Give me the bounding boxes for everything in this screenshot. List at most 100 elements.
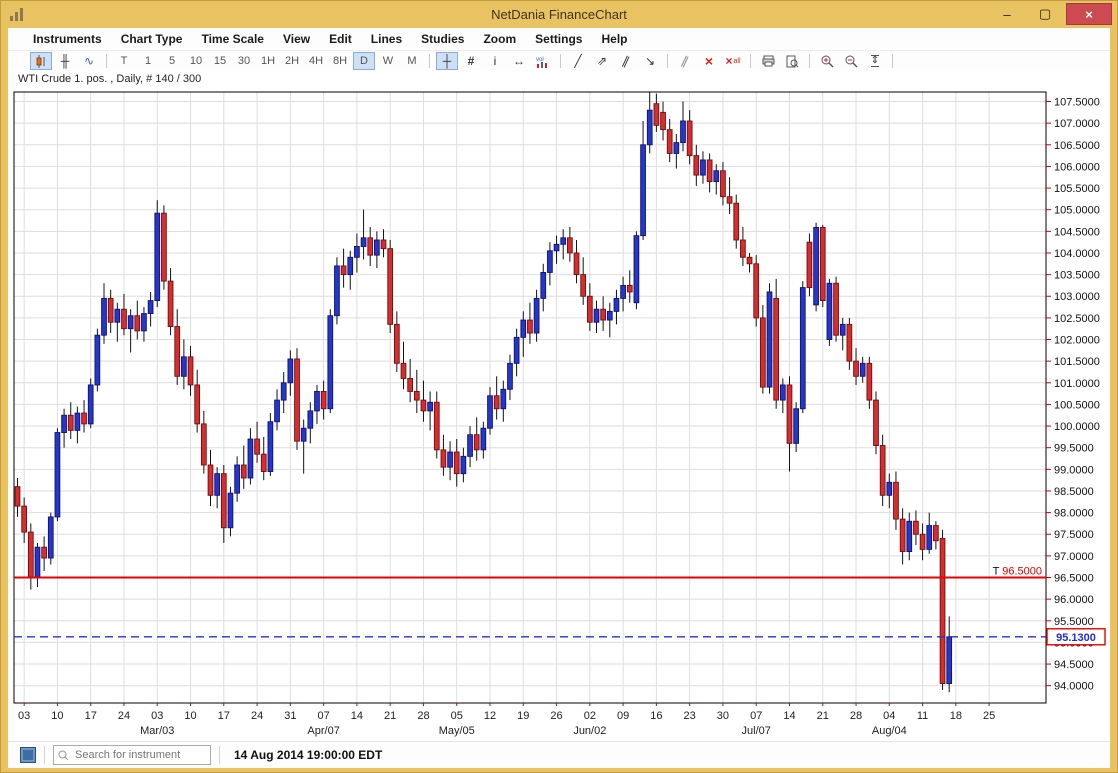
parallel-lines-icon: ∥ — [621, 54, 632, 67]
angle-lines-button[interactable]: ∥ — [674, 52, 696, 70]
svg-text:Mar/03: Mar/03 — [140, 725, 174, 737]
menu-item-edit[interactable]: Edit — [329, 32, 352, 46]
instrument-search-box[interactable] — [53, 745, 211, 765]
line-chart-button[interactable]: ∿ — [78, 52, 100, 70]
info-icon: i — [494, 55, 497, 67]
svg-text:96.5000: 96.5000 — [1054, 573, 1094, 585]
trendline-tool-button[interactable]: ╱ — [567, 52, 589, 70]
timescale-button-T[interactable]: T — [113, 52, 135, 70]
search-input[interactable] — [73, 748, 197, 762]
svg-text:10: 10 — [184, 710, 196, 722]
window-title: NetDania FinanceChart — [0, 7, 1118, 22]
maximize-button[interactable]: ▢ — [1028, 4, 1062, 24]
zoom-in-button[interactable] — [816, 52, 838, 70]
svg-text:100.0000: 100.0000 — [1054, 421, 1100, 433]
print-button[interactable] — [757, 52, 779, 70]
info-button[interactable]: i — [484, 52, 506, 70]
timescale-button-15[interactable]: 15 — [209, 52, 231, 70]
delete-line-button[interactable]: × — [698, 52, 720, 70]
app-window: NetDania FinanceChart – ▢ × Instruments C… — [0, 0, 1118, 773]
toolbar-separator — [429, 54, 430, 68]
svg-text:26: 26 — [550, 710, 562, 722]
svg-text:11: 11 — [917, 710, 928, 722]
minimize-button[interactable]: – — [990, 4, 1024, 24]
menu-item-lines[interactable]: Lines — [371, 32, 402, 46]
pointer-tool-button[interactable]: ↘ — [639, 52, 661, 70]
timescale-button-M[interactable]: M — [401, 52, 423, 70]
menu-item-chart-type[interactable]: Chart Type — [121, 32, 183, 46]
timestamp-label: 14 Aug 2014 19:00:00 EDT — [234, 748, 382, 762]
delete-all-lines-button[interactable]: ×all — [722, 52, 744, 70]
svg-text:30: 30 — [717, 710, 729, 722]
line-chart-icon: ∿ — [84, 55, 94, 67]
timescale-button-5[interactable]: 5 — [161, 52, 183, 70]
delete-icon: × — [705, 54, 713, 68]
timescale-button-D[interactable]: D — [353, 52, 375, 70]
close-button[interactable]: × — [1066, 3, 1112, 25]
trendline-icon: ╱ — [574, 55, 581, 67]
print-icon — [762, 55, 775, 67]
svg-text:105.0000: 105.0000 — [1054, 205, 1100, 217]
volume-icon: vol — [536, 55, 550, 68]
menu-item-settings[interactable]: Settings — [535, 32, 582, 46]
svg-text:97.5000: 97.5000 — [1054, 529, 1094, 541]
menu-item-zoom[interactable]: Zoom — [483, 32, 516, 46]
status-bar: 14 Aug 2014 19:00:00 EDT — [8, 741, 1110, 768]
svg-text:09: 09 — [617, 710, 629, 722]
ray-tool-button[interactable]: ⇗ — [591, 52, 613, 70]
fit-vertical-button[interactable]: ⇕ — [864, 52, 886, 70]
timescale-button-8H[interactable]: 8H — [329, 52, 351, 70]
svg-text:Aug/04: Aug/04 — [872, 725, 907, 737]
grid-toggle-button[interactable]: # — [460, 52, 482, 70]
svg-text:23: 23 — [684, 710, 696, 722]
svg-text:14: 14 — [351, 710, 363, 722]
delete-all-icon: × — [725, 55, 732, 67]
title-bar: NetDania FinanceChart – ▢ × — [0, 0, 1118, 28]
ohlc-bars-button[interactable]: ╫ — [54, 52, 76, 70]
timescale-button-1[interactable]: 1 — [137, 52, 159, 70]
timescale-button-W[interactable]: W — [377, 52, 399, 70]
timescale-button-1H[interactable]: 1H — [257, 52, 279, 70]
svg-text:106.0000: 106.0000 — [1054, 161, 1100, 173]
menu-item-help[interactable]: Help — [601, 32, 627, 46]
menu-item-instruments[interactable]: Instruments — [33, 32, 102, 46]
svg-text:17: 17 — [218, 710, 230, 722]
workspace-button[interactable] — [20, 747, 36, 763]
svg-text:07: 07 — [318, 710, 330, 722]
menu-item-time-scale[interactable]: Time Scale — [201, 32, 263, 46]
svg-text:98.0000: 98.0000 — [1054, 508, 1094, 520]
pan-horizontal-icon: ↔ — [513, 55, 525, 67]
statusbar-separator — [44, 746, 45, 764]
timescale-button-group: T151015301H2H4H8HDWM — [113, 52, 423, 70]
parallel-lines-tool-button[interactable]: ∥ — [615, 52, 637, 70]
toolbar-separator — [892, 54, 893, 68]
svg-text:24: 24 — [118, 710, 130, 722]
svg-text:03: 03 — [18, 710, 30, 722]
svg-text:106.5000: 106.5000 — [1054, 140, 1100, 152]
print-preview-button[interactable] — [781, 52, 803, 70]
svg-text:95.1300: 95.1300 — [1056, 632, 1096, 644]
crosshair-button[interactable]: ┼ — [436, 52, 458, 70]
price-chart[interactable]: 94.000094.500095.000095.500096.000096.50… — [8, 90, 1110, 741]
statusbar-separator — [219, 746, 220, 764]
svg-text:18: 18 — [950, 710, 962, 722]
svg-text:103.5000: 103.5000 — [1054, 270, 1100, 282]
zoom-out-button[interactable] — [840, 52, 862, 70]
svg-text:101.5000: 101.5000 — [1054, 356, 1100, 368]
svg-text:Apr/07: Apr/07 — [307, 725, 339, 737]
timescale-button-30[interactable]: 30 — [233, 52, 255, 70]
svg-text:95.5000: 95.5000 — [1054, 616, 1094, 628]
zoom-out-icon — [845, 55, 858, 68]
svg-text:25: 25 — [983, 710, 995, 722]
pan-horizontal-button[interactable]: ↔ — [508, 52, 530, 70]
timescale-button-10[interactable]: 10 — [185, 52, 207, 70]
volume-button[interactable]: vol — [532, 52, 554, 70]
svg-text:07: 07 — [750, 710, 762, 722]
timescale-button-2H[interactable]: 2H — [281, 52, 303, 70]
menu-item-studies[interactable]: Studies — [421, 32, 464, 46]
menu-item-view[interactable]: View — [283, 32, 310, 46]
timescale-button-4H[interactable]: 4H — [305, 52, 327, 70]
svg-text:94.0000: 94.0000 — [1054, 681, 1094, 693]
svg-text:10: 10 — [51, 710, 63, 722]
candlestick-chart-button[interactable] — [30, 52, 52, 70]
